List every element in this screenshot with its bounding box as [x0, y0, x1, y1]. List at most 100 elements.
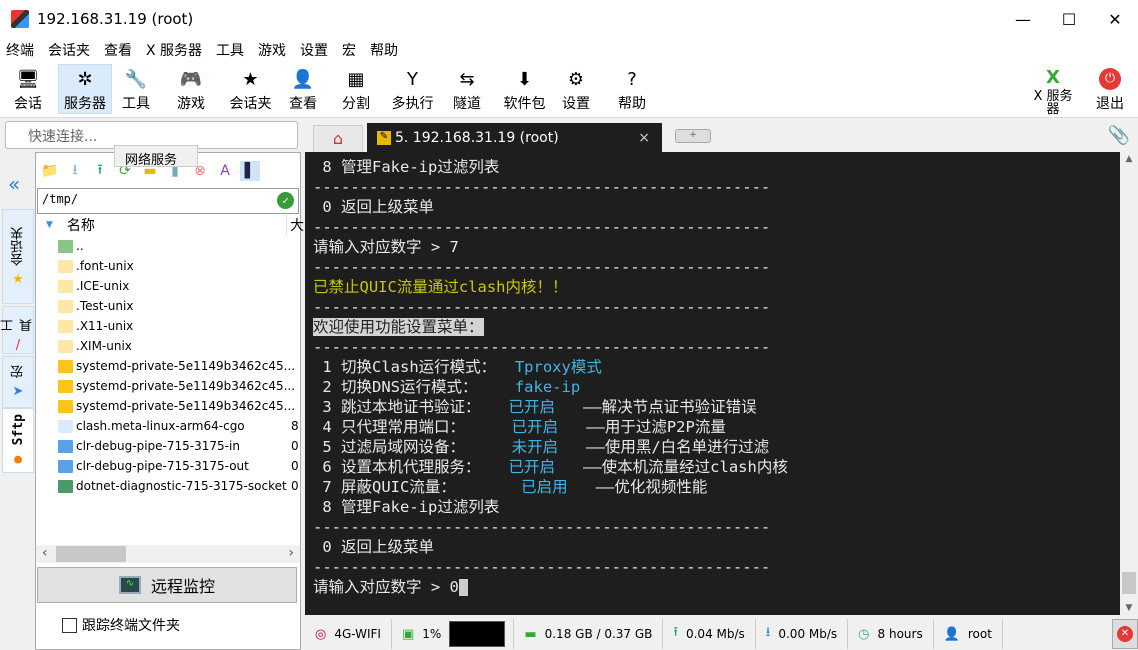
session-tab[interactable]: ✎ 5. 192.168.31.19 (root) × [367, 123, 662, 152]
terminal-line: 请输入对应数字 > 0 [313, 577, 1120, 597]
check-icon[interactable]: ✓ [277, 192, 294, 209]
toolbar-star-button[interactable]: ★ 会话夹 [224, 64, 277, 114]
menu-item[interactable]: 查看 [104, 40, 132, 60]
toolbar-packages-button[interactable]: ⬇ 软件包 [498, 64, 551, 114]
horizontal-scrollbar[interactable]: ‹ › [36, 545, 300, 563]
parent-folder-icon[interactable]: 📁 [40, 161, 60, 181]
toolbar-label: 查看 [289, 96, 317, 112]
parent-icon [58, 239, 73, 253]
menu-item[interactable]: X 服务器 [146, 40, 202, 60]
rename-icon[interactable]: A [215, 161, 235, 181]
session-tabs: ⌂ ✎ 5. 192.168.31.19 (root) × + 📎 [305, 121, 1138, 152]
paperclip-icon[interactable]: 📎 [1108, 125, 1130, 146]
column-header[interactable]: ▼ 名称 大 [36, 214, 304, 236]
user-status: 👤 root [934, 619, 1003, 649]
minimize-button[interactable]: — [1000, 0, 1046, 38]
file-size: 0 [291, 439, 299, 453]
terminal[interactable]: 8 管理Fake-ip过滤列表 -------------------------… [305, 152, 1120, 615]
terminal-line: 已禁止QUIC流量通过clash内核！！ [313, 277, 1120, 297]
collapse-icon[interactable]: « [8, 172, 20, 196]
menu-item[interactable]: 帮助 [370, 40, 398, 60]
toolbar-help-button[interactable]: ? 帮助 [613, 64, 651, 114]
terminal-line: 欢迎使用功能设置菜单： [313, 317, 1120, 337]
pipe-icon [58, 459, 73, 473]
file-name: .Test-unix [76, 299, 134, 313]
tab-label: 工具 [1, 319, 35, 332]
toolbar-tools-button[interactable]: 🔧 工具 [117, 64, 155, 114]
close-tab-button[interactable]: × [638, 130, 650, 146]
close-button[interactable]: ✕ [1092, 0, 1138, 38]
exit-button[interactable]: ⏻ 退出 [1090, 64, 1130, 114]
file-row[interactable]: .font-unix [36, 256, 300, 276]
menu-item[interactable]: 终端 [6, 40, 34, 60]
menu-item[interactable]: 会话夹 [48, 40, 90, 60]
terminal-text: 已开启 [508, 458, 556, 476]
column-size[interactable]: 大 [286, 215, 304, 235]
tools-icon: / [15, 338, 21, 353]
file-row[interactable]: clr-debug-pipe-715-3175-out 0 [36, 456, 300, 476]
file-row[interactable]: clr-debug-pipe-715-3175-in 0 [36, 436, 300, 456]
menu-item[interactable]: 游戏 [258, 40, 286, 60]
checkbox[interactable] [62, 617, 77, 633]
file-row[interactable]: .Test-unix [36, 296, 300, 316]
toolbar-label: 软件包 [503, 96, 546, 112]
terminal-text: 0 返回上级菜单 [313, 198, 434, 216]
toolbar-settings-button[interactable]: ⚙ 设置 [557, 64, 595, 114]
tab-label: 宏 [10, 365, 26, 378]
toolbar-view-button[interactable]: 👤 查看 [284, 64, 322, 114]
memory-status: ▬ 0.18 GB / 0.37 GB [514, 619, 664, 649]
column-name[interactable]: 名称 [67, 215, 95, 235]
terminal-line: 1 切换Clash运行模式： Tproxy模式 [313, 357, 1120, 377]
menu-item[interactable]: 设置 [300, 40, 328, 60]
terminal-text: ----------------------------------------… [313, 558, 771, 576]
remote-monitoring-button[interactable]: ∿ 远程监控 [37, 567, 297, 603]
toolbar-tunnel-button[interactable]: ⇆ 隧道 [448, 64, 486, 114]
terminal-text: 6 设置本机代理服务： [313, 458, 509, 476]
upload-icon[interactable]: ⭱ [90, 161, 110, 181]
tooltip: 网络服务 [114, 145, 198, 168]
follow-terminal-folder-checkbox[interactable]: 跟踪终端文件夹 [62, 615, 180, 635]
terminal-text: ——使本机流量经过clash内核 [555, 458, 788, 476]
view-icon[interactable]: ▌ [240, 160, 260, 181]
new-tab-button[interactable]: + [675, 129, 711, 143]
file-row[interactable]: .X11-unix [36, 316, 300, 336]
terminal-scrollbar[interactable]: ▲ ▼ [1120, 152, 1138, 615]
toolbar-games-button[interactable]: 🎮 游戏 [172, 64, 210, 114]
terminal-text: ——用于过滤P2P流量 [558, 418, 726, 436]
tab-sftp[interactable]: Sftp ● [2, 408, 34, 473]
file-row[interactable]: systemd-private-5e1149b3462c45... [36, 396, 300, 416]
toolbar-split-button[interactable]: ▦ 分割 [337, 64, 375, 114]
path-input[interactable]: /tmp/ ✓ [37, 188, 299, 214]
disconnect-button[interactable]: ✕ [1112, 619, 1138, 649]
file-row[interactable]: clash.meta-linux-arm64-cgo 8 [36, 416, 300, 436]
file-row[interactable]: .XIM-unix [36, 336, 300, 356]
file-row[interactable]: .. [36, 236, 300, 256]
download-icon[interactable]: ⭳ [65, 161, 85, 181]
file-row[interactable]: .ICE-unix [36, 276, 300, 296]
tab-macros[interactable]: 宏 ➤ [2, 356, 34, 408]
memory-value: 0.18 GB / 0.37 GB [544, 627, 653, 641]
file-row[interactable]: systemd-private-5e1149b3462c45... [36, 376, 300, 396]
terminal-line: ----------------------------------------… [313, 257, 1120, 277]
toolbar-servers-button[interactable]: ✲ 服务器 [58, 64, 112, 114]
tab-label: Sftp [10, 414, 26, 446]
tab-sessions-folder[interactable]: 会话夹 ★ [2, 209, 34, 304]
toolbar-multiexec-button[interactable]: Y 多执行 [386, 64, 439, 114]
status-bar: ◎ 4G-WIFI ▣ 1% ▬ 0.18 GB / 0.37 GB ⭱ 0.04 Mb… [305, 618, 1138, 650]
tunnel-icon: ⇆ [459, 68, 475, 90]
file-row[interactable]: systemd-private-5e1149b3462c45... [36, 356, 300, 376]
menu-item[interactable]: 宏 [342, 40, 356, 60]
terminal-text: ----------------------------------------… [313, 338, 771, 356]
window-title: 192.168.31.19 (root) [37, 10, 194, 28]
terminal-line: 请输入对应数字 > 7 [313, 237, 1120, 257]
file-row[interactable]: dotnet-diagnostic-715-3175-socket 0 [36, 476, 300, 496]
menu-item[interactable]: 工具 [216, 40, 244, 60]
toolbar-session-button[interactable]: 🖥 会话 [9, 64, 47, 114]
x-server-button[interactable]: X X 服务器 [1028, 64, 1078, 116]
maximize-button[interactable]: ☐ [1046, 0, 1092, 38]
file-name: clr-debug-pipe-715-3175-in [76, 439, 240, 453]
home-tab[interactable]: ⌂ [313, 125, 363, 152]
file-name: clash.meta-linux-arm64-cgo [76, 419, 245, 433]
key-icon: ✎ [377, 130, 391, 145]
tab-tools[interactable]: 工具 / [1, 306, 35, 354]
